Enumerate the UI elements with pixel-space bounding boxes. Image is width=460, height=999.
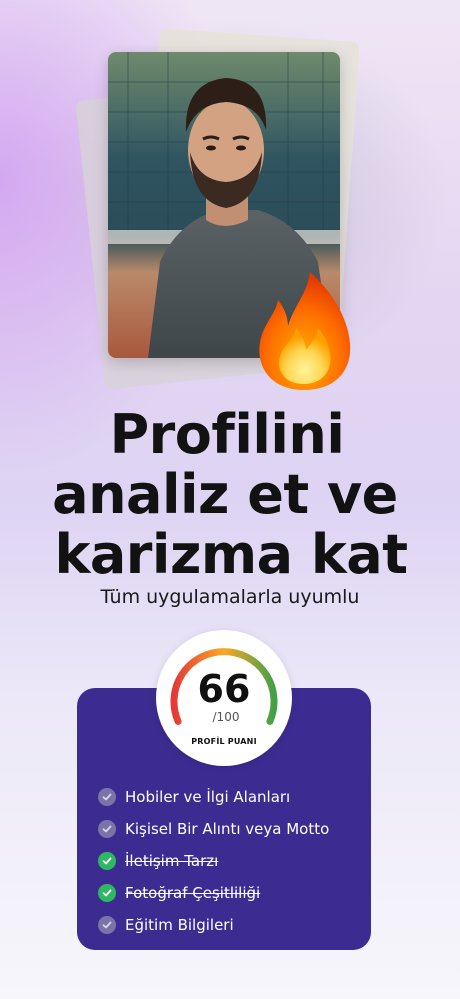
feature-label: Eğitim Bilgileri <box>125 916 234 934</box>
headline-line-1: Profilini <box>109 403 345 466</box>
feature-item-education: Eğitim Bilgileri <box>98 909 329 941</box>
feature-label: Kişisel Bir Alıntı veya Motto <box>125 820 330 838</box>
headline-line-3: karizma kat <box>54 523 408 586</box>
fire-emoji-icon <box>252 270 356 394</box>
checkmark-icon <box>98 820 116 838</box>
headline: Profilini analiz et ve karizma kat <box>0 405 460 585</box>
profile-score-gauge: 66 /100 PROFİL PUANI <box>156 630 292 766</box>
feature-label: Hobiler ve İlgi Alanları <box>125 788 291 806</box>
subtitle: Tüm uygulamalarla uyumlu <box>100 586 360 608</box>
checkmark-icon <box>98 916 116 934</box>
feature-item-communication: İletişim Tarzı <box>98 845 329 877</box>
feature-item-photo-variety: Fotoğraf Çeşitliliği <box>98 877 329 909</box>
feature-label: Fotoğraf Çeşitliliği <box>125 884 261 902</box>
score-max: /100 <box>212 710 240 724</box>
score-label: PROFİL PUANI <box>191 737 257 746</box>
checkmark-icon <box>98 788 116 806</box>
headline-line-2: analiz et ve <box>52 463 398 526</box>
feature-item-hobbies: Hobiler ve İlgi Alanları <box>98 781 329 813</box>
score-value: 66 <box>197 667 251 711</box>
feature-label: İletişim Tarzı <box>125 852 219 870</box>
feature-list: Hobiler ve İlgi Alanları Kişisel Bir Alı… <box>98 781 329 941</box>
checkmark-icon <box>98 852 116 870</box>
feature-item-motto: Kişisel Bir Alıntı veya Motto <box>98 813 329 845</box>
checkmark-icon <box>98 884 116 902</box>
